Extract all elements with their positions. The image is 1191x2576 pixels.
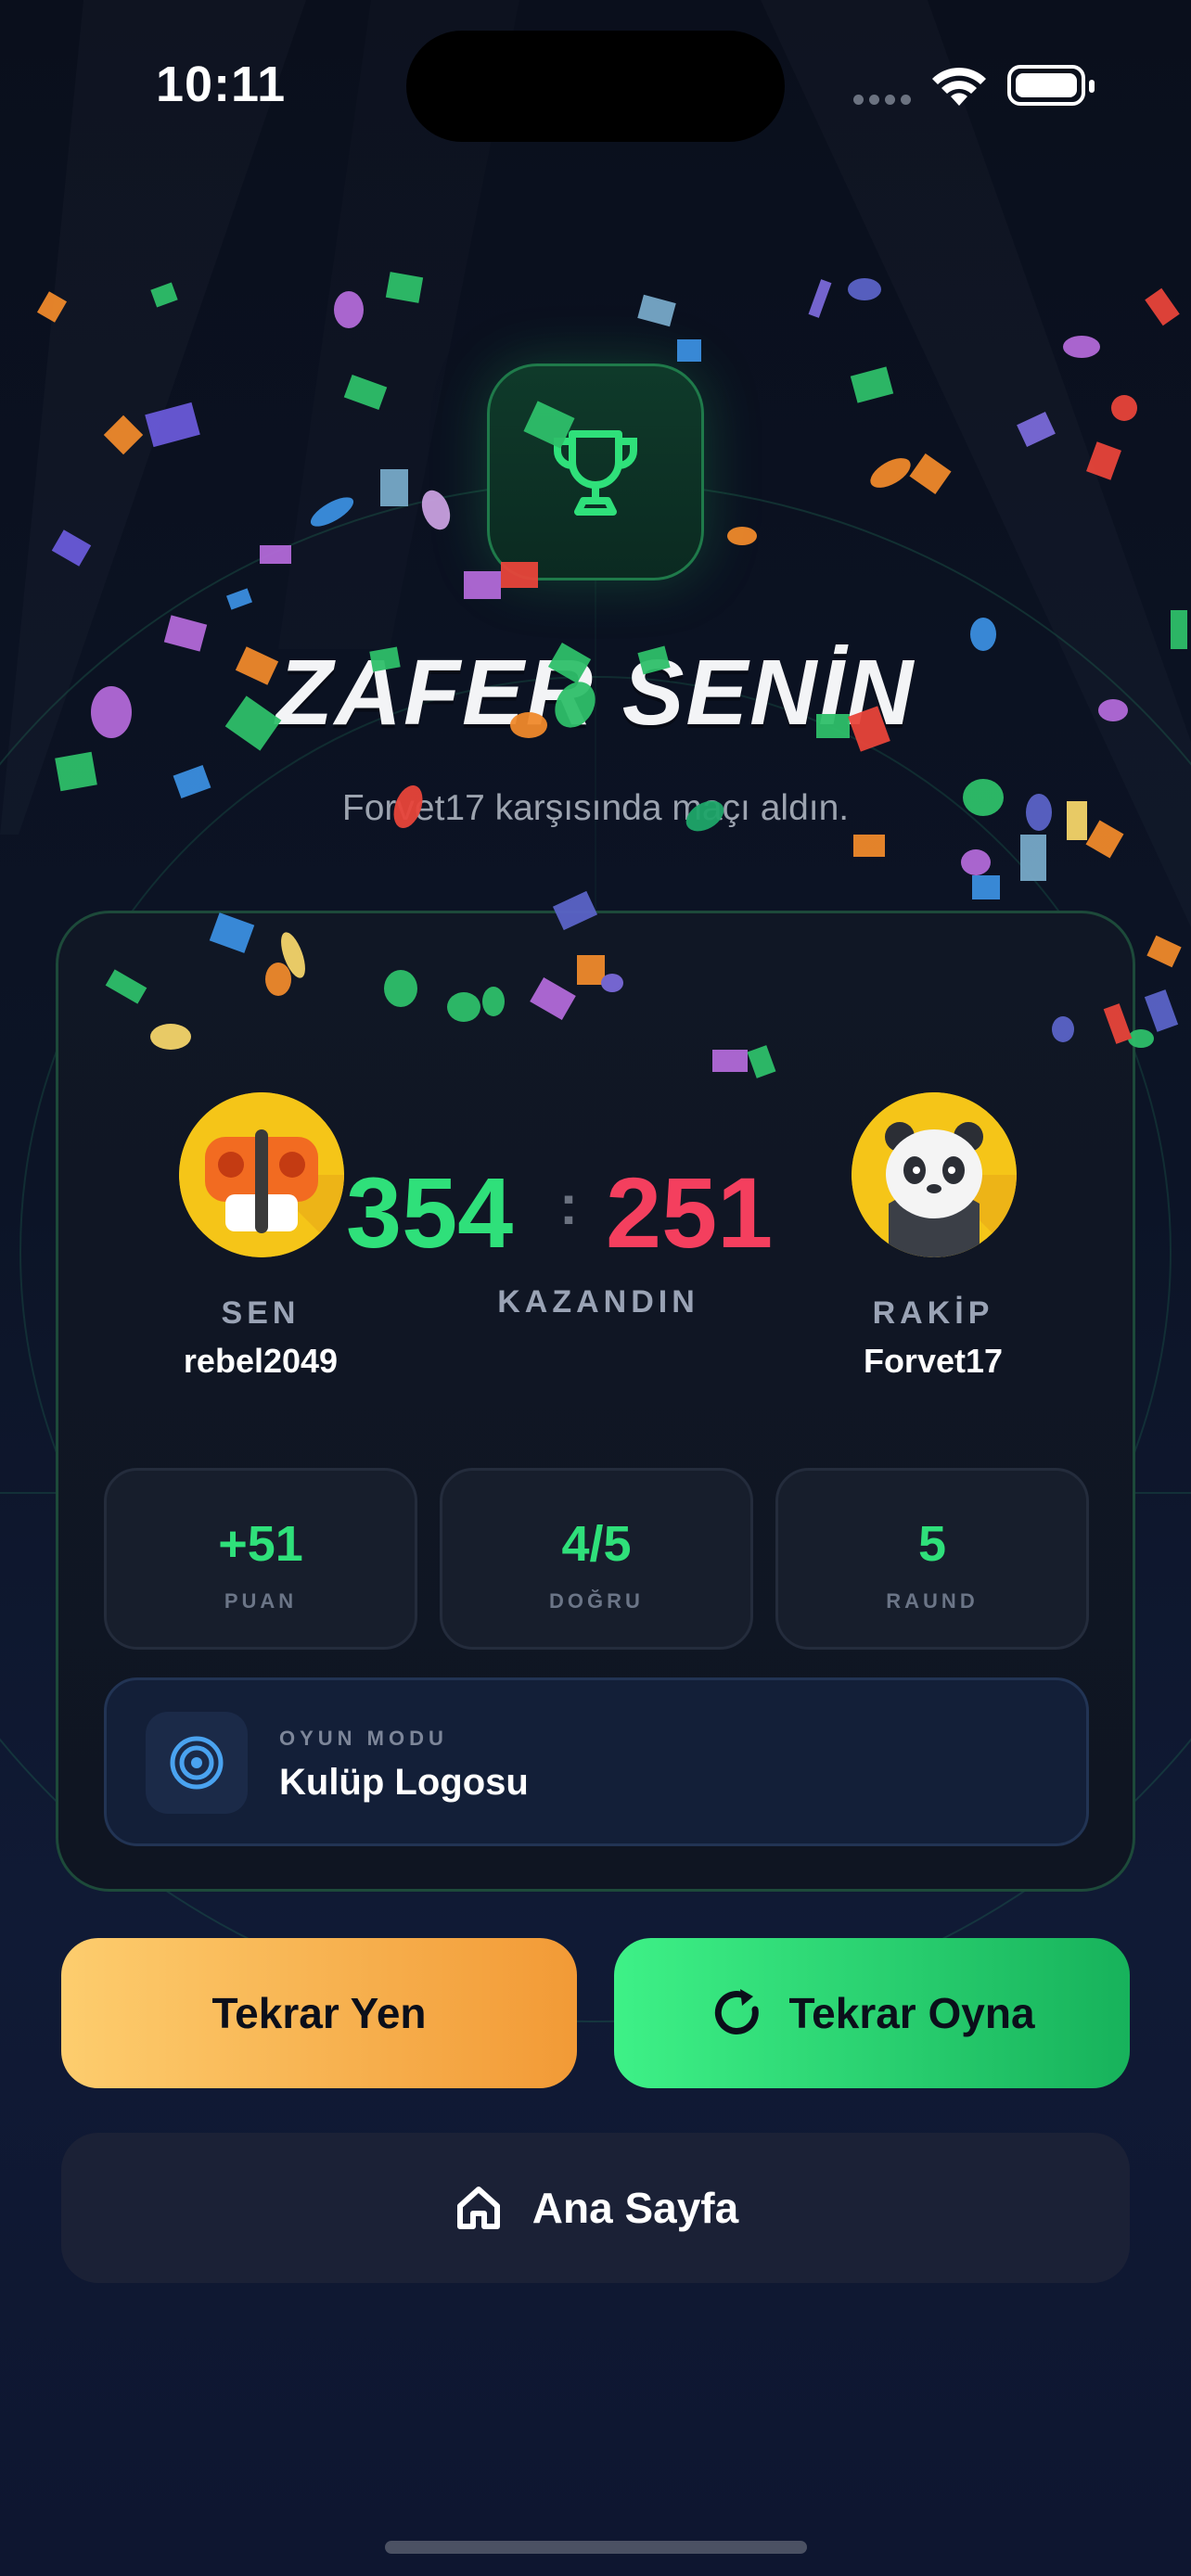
play-again-button[interactable]: Tekrar Oyna <box>614 1938 1130 2088</box>
result-subtitle: Forvet17 karşısında maçı aldın. <box>341 788 850 828</box>
home-button-label: Ana Sayfa <box>531 2184 739 2232</box>
stat-rounds-value: 5 <box>917 1516 947 1572</box>
home-button[interactable]: Ana Sayfa <box>61 2133 1130 2283</box>
stat-correct: 4/5 DOĞRU <box>440 1468 753 1650</box>
trophy-icon <box>554 430 637 516</box>
trophy-badge <box>487 363 704 580</box>
game-mode-label: OYUN MODU <box>279 1727 448 1750</box>
panda-avatar-icon <box>852 1092 1017 1257</box>
game-mode-panel: OYUN MODU Kulüp Logosu <box>104 1677 1089 1846</box>
you-username: rebel2049 <box>183 1342 339 1380</box>
stat-points-value: +51 <box>218 1516 303 1572</box>
avatar-opponent <box>852 1092 1017 1257</box>
game-mode-icon-box <box>146 1712 248 1814</box>
target-icon <box>170 1736 224 1790</box>
stat-points-label: PUAN <box>224 1589 298 1613</box>
stat-correct-label: DOĞRU <box>549 1589 644 1613</box>
cellular-signal-icon <box>853 93 916 109</box>
avatar-you <box>179 1092 344 1257</box>
wifi-icon <box>932 67 986 106</box>
score-opponent: 251 <box>606 1156 774 1269</box>
stat-rounds-label: RAUND <box>886 1589 979 1613</box>
opponent-label: RAKİP <box>872 1295 994 1331</box>
opponent-username: Forvet17 <box>863 1342 1004 1380</box>
rematch-button[interactable]: Tekrar Yen <box>61 1938 577 2088</box>
score-separator: : <box>559 1174 578 1236</box>
dynamic-island <box>406 31 785 142</box>
home-indicator <box>385 2541 807 2554</box>
battery-icon <box>1007 65 1095 106</box>
status-bar: 10:11 <box>0 0 1191 176</box>
result-title: ZAFER SENİN <box>275 641 916 745</box>
home-icon <box>456 2187 500 2229</box>
rematch-button-label: Tekrar Yen <box>211 1989 427 2037</box>
play-again-button-label: Tekrar Oyna <box>788 1989 1035 2037</box>
refresh-icon <box>715 1989 760 2034</box>
status-time: 10:11 <box>156 57 287 112</box>
player-avatar-icon <box>179 1092 344 1257</box>
score-you: 354 <box>346 1156 514 1269</box>
stat-points: +51 PUAN <box>104 1468 417 1650</box>
stat-correct-value: 4/5 <box>561 1516 632 1572</box>
game-mode-value: Kulüp Logosu <box>279 1762 529 1803</box>
stat-rounds: 5 RAUND <box>775 1468 1089 1650</box>
match-summary-card: 354 : 251 SEN rebel2049 KAZANDIN RAKİP F… <box>56 911 1135 1892</box>
